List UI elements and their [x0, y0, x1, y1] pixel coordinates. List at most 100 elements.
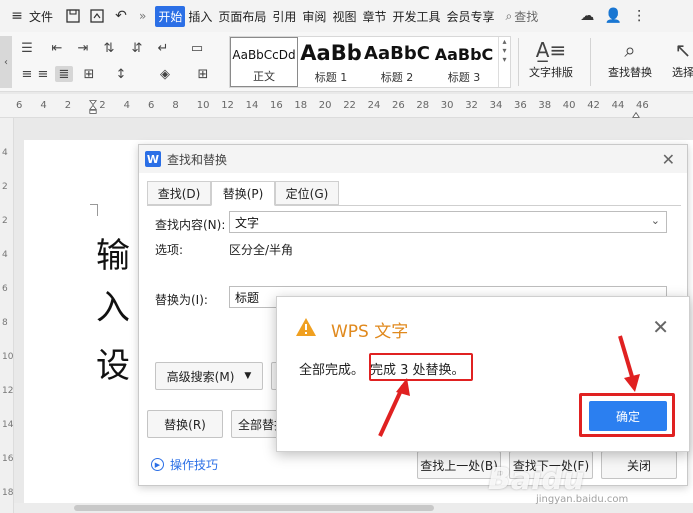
find-replace-titlebar[interactable]: W 查找和替换 ✕	[139, 145, 687, 173]
watermark-url: jingyan.baidu.com	[536, 494, 629, 505]
ruler-tick-label: 2	[64, 100, 72, 111]
tab-page-layout[interactable]: 页面布局	[215, 8, 269, 25]
document-text-line-2[interactable]: 入	[96, 280, 130, 329]
wps-alert-dialog: WPS 文字 ✕ 全部完成。 完成 3 处替换。 确定	[276, 296, 690, 452]
style-gallery: AaBbCcDd 正文 AaBb 标题 1 AaBbC 标题 2 AaBbC 标…	[229, 36, 511, 88]
play-circle-icon: ▶	[151, 458, 164, 471]
tab-insert[interactable]: 插入	[185, 8, 215, 25]
ruler-tick-label: 30	[440, 100, 454, 111]
ribbon-scroll-left-icon[interactable]: ‹	[0, 36, 12, 88]
ruler-tick-label: 44	[611, 100, 625, 111]
document-text-line-1[interactable]: 输	[96, 228, 130, 277]
style-heading-3-preview: AaBbC	[434, 45, 494, 64]
style-normal[interactable]: AaBbCcDd 正文	[230, 37, 298, 87]
replace-input-value: 标题	[235, 290, 260, 305]
tab-home[interactable]: 开始	[155, 5, 186, 27]
highlight-box	[369, 353, 473, 381]
tab-view[interactable]: 视图	[329, 8, 359, 25]
style-heading-2[interactable]: AaBbC 标题 2	[364, 37, 430, 87]
more-tabs-button[interactable]: »	[136, 9, 149, 23]
options-label: 选项:	[155, 243, 184, 257]
style-normal-label: 正文	[253, 70, 275, 83]
dropdown-arrow-icon: ▼	[244, 371, 252, 381]
tab-replace[interactable]: 替换(P)	[211, 181, 275, 206]
increase-indent-icon[interactable]: ⇥	[74, 40, 92, 56]
tab-find[interactable]: 查找(D)	[147, 181, 211, 205]
menu-icon[interactable]: ≡	[8, 7, 26, 25]
bullet-list-icon[interactable]: ☰	[18, 40, 36, 56]
justify-icon[interactable]: ≣	[55, 66, 73, 82]
file-menu[interactable]: 文件	[26, 8, 56, 25]
style-heading-1-preview: AaBb	[300, 41, 362, 65]
find-replace-button[interactable]: ⌕ 查找替换	[600, 38, 660, 80]
right-indent-marker-icon[interactable]	[632, 106, 640, 124]
find-input[interactable]: 文字 ⌄	[229, 211, 667, 233]
ribbon-separator	[590, 38, 591, 86]
align-center-icon[interactable]: ≡	[34, 66, 52, 82]
advanced-search-button[interactable]: 高级搜索(M) ▼	[155, 362, 263, 390]
document-text-line-3[interactable]: 设	[96, 338, 130, 387]
tab-developer[interactable]: 开发工具	[389, 8, 443, 25]
search-box[interactable]: ⌕ 查找	[506, 8, 539, 25]
tab-review[interactable]: 审阅	[299, 8, 329, 25]
scrollbar-thumb[interactable]	[74, 505, 434, 511]
save-icon[interactable]	[64, 7, 82, 25]
export-icon[interactable]	[88, 7, 106, 25]
style-gallery-scroll[interactable]: ▴ ▾ ▾	[498, 37, 510, 87]
tab-goto[interactable]: 定位(G)	[275, 181, 339, 205]
tab-section[interactable]: 章节	[359, 8, 389, 25]
overflow-menu-icon[interactable]: ⋮	[630, 7, 648, 25]
ruler-tick-label: 8	[172, 100, 179, 111]
decrease-indent-icon[interactable]: ⇤	[48, 40, 66, 56]
replace-button[interactable]: 替换(R)	[147, 410, 223, 438]
sort-icon[interactable]: ⇵	[128, 40, 146, 56]
style-heading-3[interactable]: AaBbC 标题 3	[431, 37, 497, 87]
ruler-tick-label: 16	[270, 100, 283, 111]
indent-marker-icon[interactable]	[89, 98, 97, 116]
ok-button[interactable]: 确定	[589, 401, 667, 431]
user-icon[interactable]: 👤	[604, 7, 622, 25]
replace-label: 替换为(I):	[155, 293, 208, 307]
ruler-tick-label: 4	[40, 100, 47, 111]
vertical-ruler: 4 2 2 4 6 8 10 12 14 16 18	[0, 118, 14, 513]
close-icon[interactable]: ✕	[652, 315, 669, 339]
text-direction-icon[interactable]: ⇅	[100, 40, 118, 56]
text-layout-button[interactable]: A̲≡ 文字排版	[524, 38, 578, 80]
chevron-down-icon[interactable]: ⌄	[651, 214, 660, 227]
ruler-tick-label: 38	[538, 100, 552, 111]
menu-bar: ≡ 文件 ↶ » 开始 插入 页面布局 引用 审阅 视图 章节 开发工具 会员专…	[0, 0, 693, 32]
borders-icon[interactable]: ⊞	[194, 66, 212, 82]
cloud-sync-icon[interactable]: ☁	[578, 7, 596, 25]
vertical-ruler-tick-label: 4	[2, 148, 8, 158]
close-icon[interactable]: ✕	[662, 150, 675, 169]
ruler-tick-label: 2	[99, 100, 106, 111]
horizontal-ruler: 6 4 2 2 4 6 8 10 12 14 16 18 20 22 24 26 28 30 32 34 36 38 40 4…	[0, 94, 693, 118]
select-button[interactable]: ↖ 选择	[668, 38, 693, 80]
vertical-ruler-tick-label: 2	[2, 182, 8, 192]
tab-references[interactable]: 引用	[269, 8, 299, 25]
vertical-ruler-tick-label: 6	[2, 284, 8, 294]
ruler-tick-label: 42	[587, 100, 600, 111]
vertical-ruler-tick-label: 8	[2, 318, 8, 328]
ruler-toggle-icon[interactable]: ▭	[188, 40, 206, 56]
find-input-value: 文字	[235, 215, 260, 230]
tab-member[interactable]: 会员专享	[443, 8, 497, 25]
line-spacing-icon[interactable]: ↕	[112, 66, 130, 82]
style-heading-1[interactable]: AaBb 标题 1	[299, 37, 363, 87]
search-icon: ⌕	[505, 8, 513, 23]
shading-icon[interactable]: ◈	[156, 66, 174, 82]
vertical-ruler-tick-label: 18	[2, 488, 14, 498]
ribbon-separator	[518, 38, 519, 86]
operation-tips-link[interactable]: ▶ 操作技巧	[151, 456, 218, 473]
show-marks-icon[interactable]: ↵	[154, 40, 172, 56]
alert-title: WPS 文字	[331, 322, 409, 342]
margin-corner-mark	[90, 204, 98, 216]
baidu-watermark-logo: Baidu	[488, 462, 585, 497]
magnifier-icon: ⌕	[624, 38, 636, 62]
undo-icon[interactable]: ↶	[112, 7, 130, 25]
find-replace-title: 查找和替换	[167, 152, 228, 167]
close-button[interactable]: 关闭	[601, 451, 677, 479]
distributed-icon[interactable]: ⊞	[80, 66, 98, 82]
style-normal-preview: AaBbCcDd	[232, 48, 296, 62]
style-heading-2-label: 标题 2	[380, 71, 414, 84]
